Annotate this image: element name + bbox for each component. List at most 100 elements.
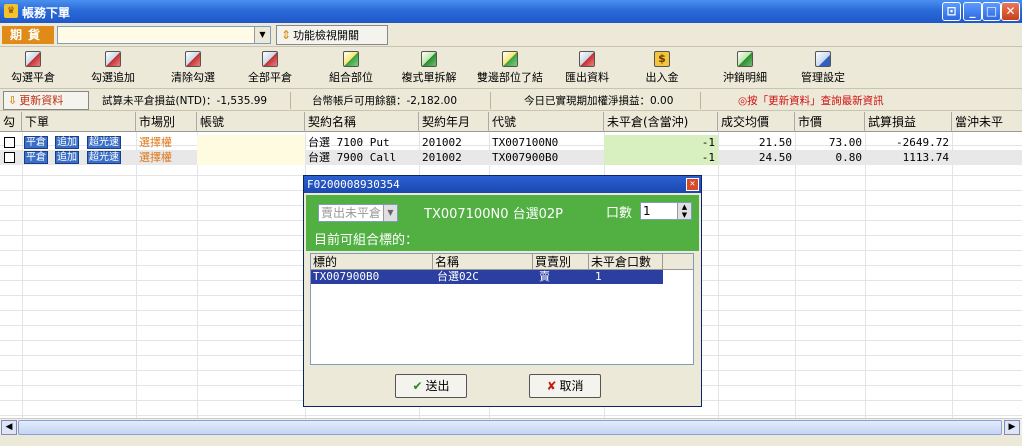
col-daytrade-open[interactable]: 當沖未平 <box>952 112 1022 132</box>
clear-check-button[interactable]: 清除勾選 <box>166 48 220 88</box>
info-bar: ⇩ 更新資料 試算未平倉損益(NTD)：-1,535.99 台幣帳戶可用餘額：-2… <box>0 88 1022 111</box>
window-title: 帳務下單 <box>22 6 71 20</box>
submit-label: 送出 <box>425 379 450 393</box>
row-add-button[interactable]: 追加 <box>55 136 79 149</box>
row-close-button[interactable]: 平倉 <box>24 151 48 164</box>
qty-value: 1 <box>643 204 651 218</box>
close-all-icon <box>262 51 278 67</box>
list-item[interactable]: TX007900B0 台選02C 賣 1 <box>311 270 663 284</box>
spin-arrows-icon[interactable]: ▲ ▼ <box>677 203 691 219</box>
cell-mkt-price: 0.80 <box>835 151 863 164</box>
scroll-thumb[interactable] <box>18 420 1002 435</box>
split-combo-button[interactable]: 複式單拆解 <box>397 48 461 88</box>
offset-detail-button[interactable]: 沖銷明細 <box>718 48 772 88</box>
split-icon <box>421 51 437 67</box>
col-pnl[interactable]: 試算損益 <box>865 112 952 132</box>
list-col-side[interactable]: 買賣別 <box>533 254 589 270</box>
row-fast-button[interactable]: 超光速 <box>87 151 121 164</box>
function-toggle-label: 功能檢視開關 <box>293 29 360 42</box>
list-col-symbol[interactable]: 標的 <box>311 254 433 270</box>
col-market[interactable]: 市場別 <box>136 112 197 132</box>
available-balance: 台幣帳戶可用餘額：-2,182.00 <box>312 95 458 107</box>
settle-both-button[interactable]: 雙邊部位了結 <box>471 48 549 88</box>
list-col-name[interactable]: 名稱 <box>433 254 533 270</box>
cell-market: 選擇權 <box>139 136 172 149</box>
toggle-arrows-icon: ⇕ <box>281 28 292 42</box>
download-arrow-icon: ⇩ <box>8 94 18 107</box>
row-checkbox[interactable] <box>4 152 15 163</box>
side-select-value: 賣出未平倉 <box>321 206 382 220</box>
row-close-button[interactable]: 平倉 <box>24 136 48 149</box>
table-row[interactable]: 平倉 追加 超光速 選擇權 台選 7100 Put 201002 TX00710… <box>0 135 1022 150</box>
cell-open-qty: -1 <box>604 150 718 165</box>
combinable-list: 標的 名稱 買賣別 未平倉口數 TX007900B0 台選02C 賣 1 <box>310 253 694 365</box>
grid-line <box>795 132 796 418</box>
grid-line <box>865 132 866 418</box>
settle-icon <box>502 51 518 67</box>
cancel-button[interactable]: ✘ 取消 <box>529 374 601 398</box>
check-close-button[interactable]: 勾選平倉 <box>6 48 60 88</box>
col-code[interactable]: 代號 <box>489 112 604 132</box>
col-mkt-price[interactable]: 市價 <box>795 112 865 132</box>
futures-account-combo[interactable]: ▼ <box>57 26 271 44</box>
row-add-button[interactable]: 追加 <box>55 151 79 164</box>
maximize-button[interactable]: □ <box>982 2 1001 21</box>
grid-line <box>718 132 719 418</box>
refresh-button[interactable]: ⇩ 更新資料 <box>3 91 89 110</box>
futures-label: 期貨 <box>2 26 54 44</box>
combine-position-button[interactable]: 組合部位 <box>324 48 378 88</box>
col-open-qty[interactable]: 未平倉(含當沖) <box>604 112 718 132</box>
restore-icon[interactable]: ⊡ <box>942 2 961 21</box>
cancel-x-icon: ✘ <box>546 379 557 393</box>
dialog-symbol: TX007100N0 台選02P <box>424 207 563 222</box>
list-col-qty[interactable]: 未平倉口數 <box>589 254 663 270</box>
deposit-withdraw-button[interactable]: $ 出入金 <box>640 48 684 88</box>
chevron-down-icon[interactable]: ▼ <box>254 27 270 43</box>
scroll-right-icon[interactable]: ▶ <box>1004 420 1020 435</box>
app-crown-icon: ♛ <box>4 4 18 18</box>
col-contract[interactable]: 契約名稱 <box>305 112 419 132</box>
function-toggle-button[interactable]: ⇕ 功能檢視開關 <box>276 25 388 45</box>
dialog-title: F0200008930354 <box>307 178 400 191</box>
dialog-title-bar: F0200008930354 ✕ <box>304 176 701 193</box>
list-qty: 1 <box>595 270 602 283</box>
minimize-button[interactable]: _ <box>963 2 982 21</box>
col-avg-price[interactable]: 成交均價 <box>718 112 795 132</box>
qty-stepper[interactable]: 1 ▲ ▼ <box>640 202 692 220</box>
checkmark-icon: ✔ <box>412 379 423 393</box>
cell-avg-price: 21.50 <box>758 136 792 149</box>
submit-button[interactable]: ✔ 送出 <box>395 374 467 398</box>
table-row[interactable]: 平倉 追加 超光速 選擇權 台選 7900 Call 201002 TX0079… <box>0 150 1022 165</box>
cell-month: 201002 <box>422 136 462 149</box>
realized-pnl: 今日已實現期加權淨損益：0.00 <box>524 95 674 107</box>
list-name: 台選02C <box>437 270 479 283</box>
add-position-icon <box>105 51 121 67</box>
col-order[interactable]: 下單 <box>22 112 136 132</box>
dialog-close-icon[interactable]: ✕ <box>686 178 699 191</box>
row-fast-button[interactable]: 超光速 <box>87 136 121 149</box>
horizontal-scrollbar[interactable]: ◀ ▶ <box>0 418 1022 435</box>
cell-code: TX007100N0 <box>492 136 559 149</box>
row-checkbox[interactable] <box>4 137 15 148</box>
close-all-button[interactable]: 全部平倉 <box>243 48 297 88</box>
close-button[interactable]: ✕ <box>1001 2 1020 21</box>
futures-bar: 期貨 ▼ ⇕ 功能檢視開關 <box>0 23 1022 47</box>
scroll-left-icon[interactable]: ◀ <box>1 420 17 435</box>
col-check[interactable]: 勾 <box>0 112 22 132</box>
grid-line <box>197 132 198 418</box>
money-icon: $ <box>654 51 670 67</box>
dialog-info-panel: 賣出未平倉 ▼ TX007100N0 台選02P 口數 1 ▲ ▼ 目前可組合標的… <box>306 195 699 251</box>
check-add-button[interactable]: 勾選追加 <box>86 48 140 88</box>
refresh-hint: ◎按「更新資料」查詢最新資訊 <box>738 95 884 107</box>
unrealized-pnl: 試算未平倉損益(NTD)：-1,535.99 <box>102 95 268 107</box>
manage-settings-button[interactable]: 管理設定 <box>796 48 850 88</box>
cell-avg-price: 24.50 <box>758 151 792 164</box>
chevron-down-icon[interactable]: ▼ <box>383 205 397 221</box>
cell-open-qty: -1 <box>604 135 718 150</box>
cell-pnl: -2649.72 <box>896 136 949 149</box>
col-account[interactable]: 帳號 <box>197 112 305 132</box>
col-month[interactable]: 契約年月 <box>419 112 489 132</box>
side-select[interactable]: 賣出未平倉 ▼ <box>318 204 398 222</box>
cell-account <box>197 150 305 165</box>
export-data-button[interactable]: 匯出資料 <box>560 48 614 88</box>
